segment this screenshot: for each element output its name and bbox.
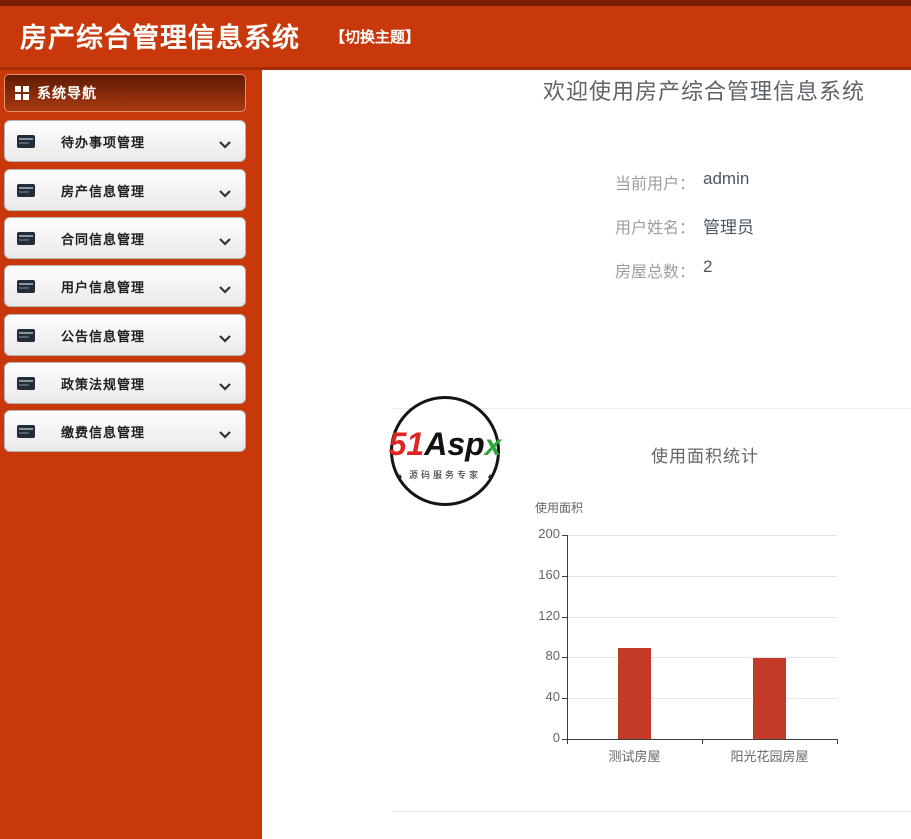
- y-tick-label: 40: [545, 689, 560, 705]
- header-top-strip: [0, 0, 911, 6]
- current-user-value: admin: [703, 169, 750, 188]
- watermark-subtitle-row: ▲ 源码服务专家 ▲: [397, 468, 494, 481]
- app-header: 房产综合管理信息系统 【切换主题】: [0, 0, 911, 70]
- sidebar-item-user[interactable]: 用户信息管理: [4, 265, 246, 307]
- welcome-title: 欢迎使用房产综合管理信息系统: [543, 79, 866, 104]
- y-tick-label: 80: [545, 648, 560, 664]
- sidebar-item-label: 用户信息管理: [61, 279, 146, 295]
- house-count-label: 房屋总数：: [615, 264, 696, 281]
- 51aspx-watermark: 51Aspx ▲ 源码服务专家 ▲: [389, 396, 502, 506]
- y-gridline: [567, 535, 837, 536]
- sidebar-item-label: 待办事项管理: [61, 134, 146, 150]
- chevron-down-icon: [219, 136, 231, 154]
- y-gridline: [567, 657, 837, 659]
- bar: [618, 648, 651, 739]
- card-icon: [17, 376, 35, 390]
- sidebar-item-property[interactable]: 房产信息管理: [4, 169, 246, 211]
- sidebar-item-label: 合同信息管理: [61, 231, 146, 247]
- main-content: 欢迎使用房产综合管理信息系统 当前用户： admin 用户姓名： 管理员 房屋总…: [262, 70, 911, 839]
- sidebar-item-todo[interactable]: 待办事项管理: [4, 120, 246, 162]
- y-tick-label: 200: [538, 526, 560, 541]
- y-tick-label: 160: [538, 566, 560, 582]
- chart-y-axis-title: 使用面积: [535, 501, 584, 515]
- watermark-asp: Asp: [424, 426, 485, 462]
- sidebar-item-announcement[interactable]: 公告信息管理: [4, 314, 246, 356]
- y-gridline: [567, 698, 837, 700]
- user-name-value: 管理员: [703, 218, 754, 237]
- watermark-right-mark: ▲: [486, 473, 494, 480]
- watermark-x: x: [484, 429, 502, 462]
- app-title: 房产综合管理信息系统: [20, 23, 300, 53]
- chevron-down-icon: [219, 426, 231, 444]
- card-icon: [17, 424, 35, 438]
- x-category-label: 测试房屋: [608, 749, 661, 764]
- watermark-left-mark: ▲: [396, 473, 404, 480]
- watermark-brand: 51Aspx: [389, 426, 502, 463]
- current-user-label: 当前用户：: [615, 176, 696, 193]
- page: 房产综合管理信息系统 【切换主题】 系统导航 待办事项管理 房产信息管理 合同信…: [0, 0, 911, 839]
- sidebar-item-policy[interactable]: 政策法规管理: [4, 362, 246, 404]
- chevron-down-icon: [219, 378, 231, 396]
- chart-panel-bottom-border: [393, 811, 911, 812]
- chart-title: 使用面积统计: [651, 447, 759, 466]
- card-icon: [17, 231, 35, 245]
- theme-switch-button[interactable]: 【切换主题】: [330, 26, 420, 47]
- sidebar-item-label: 房产信息管理: [61, 183, 146, 199]
- y-axis-line: [567, 535, 568, 740]
- y-gridline: [567, 575, 837, 577]
- sidebar-item-contract[interactable]: 合同信息管理: [4, 217, 246, 259]
- sidebar-item-label: 政策法规管理: [61, 376, 146, 392]
- card-icon: [17, 183, 35, 197]
- x-category-label: 阳光花园房屋: [730, 749, 809, 764]
- sidebar-item-label: 缴费信息管理: [61, 424, 146, 440]
- house-count-value: 2: [703, 257, 713, 276]
- y-tick-label: 120: [538, 607, 560, 623]
- y-gridline: [567, 616, 837, 618]
- card-icon: [17, 328, 35, 342]
- x-tick-mark: [567, 739, 568, 744]
- sidebar: 系统导航 待办事项管理 房产信息管理 合同信息管理 用户信息管理 公告信息管理: [0, 70, 262, 839]
- chevron-down-icon: [219, 233, 231, 251]
- sidebar-nav-title: 系统导航: [37, 85, 97, 101]
- grid-icon: [15, 86, 29, 100]
- sidebar-item-label: 公告信息管理: [61, 328, 146, 344]
- y-tick-label: 0: [552, 730, 560, 745]
- watermark-subtitle: 源码服务专家: [408, 470, 482, 480]
- user-name-label: 用户姓名：: [615, 220, 696, 237]
- x-tick-mark: [837, 739, 838, 744]
- chevron-down-icon: [219, 281, 231, 299]
- watermark-51: 51: [388, 426, 425, 462]
- chevron-down-icon: [219, 185, 231, 203]
- sidebar-item-payment[interactable]: 缴费信息管理: [4, 410, 246, 452]
- x-tick-mark: [702, 739, 703, 744]
- card-icon: [17, 134, 35, 148]
- sidebar-nav-header: 系统导航: [4, 74, 246, 112]
- card-icon: [17, 279, 35, 293]
- chevron-down-icon: [219, 330, 231, 348]
- bar: [753, 658, 786, 739]
